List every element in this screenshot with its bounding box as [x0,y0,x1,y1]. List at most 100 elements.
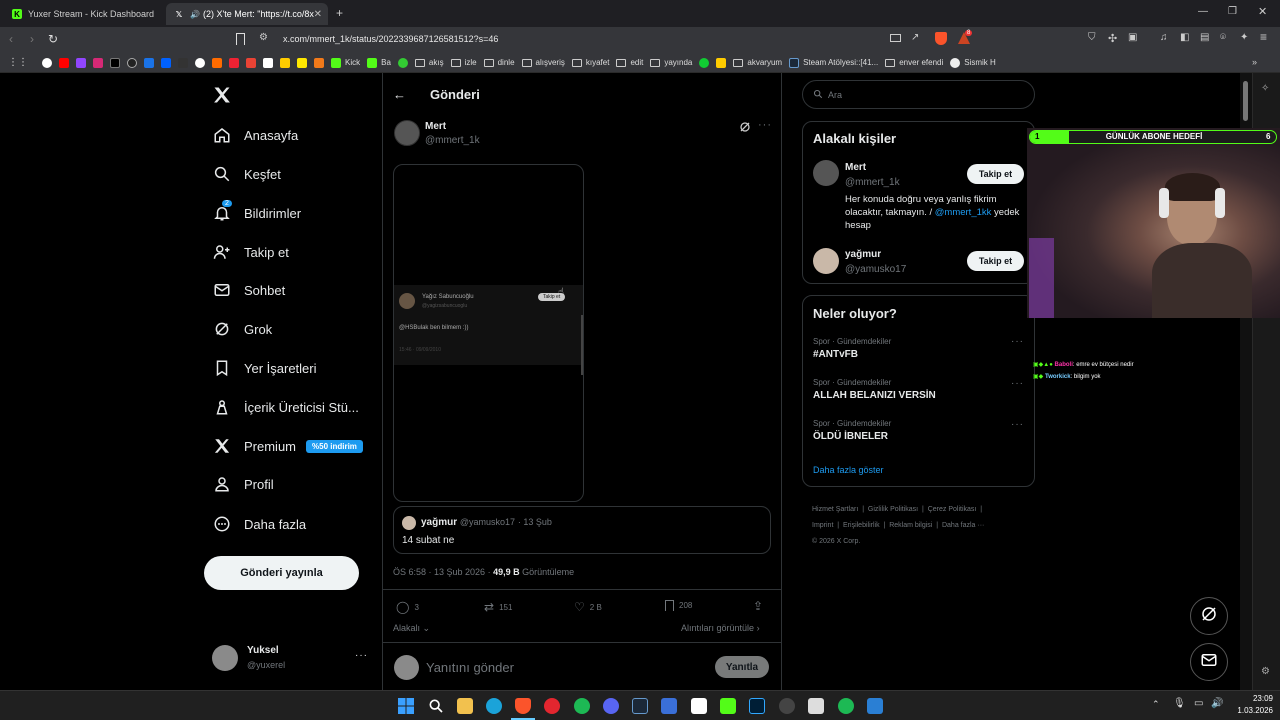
person-name[interactable]: yağmur [845,249,881,260]
footer-link[interactable]: Reklam bilgisi [889,522,932,529]
footer-link[interactable]: Imprint [812,522,833,529]
person-avatar[interactable] [813,160,839,186]
photoshop-icon[interactable] [749,698,765,714]
bookmark-folder-alisveris[interactable]: alışveriş [521,58,565,67]
forward-icon[interactable]: › [30,32,34,46]
post-timestamp[interactable]: ÖS 6:58 · 13 Şub 2026 · [393,567,491,577]
bookmark-sahibinden[interactable] [297,57,307,68]
bookmark-drive[interactable] [144,57,154,68]
clock-time[interactable]: 23:09 [1233,694,1273,703]
discord-icon[interactable] [603,698,619,714]
notepad-icon[interactable] [808,698,824,714]
author-name[interactable]: Mert [425,121,446,132]
steam-icon[interactable] [632,698,648,714]
reload-icon[interactable]: ↻ [48,32,58,46]
restore-icon[interactable]: ❐ [1228,6,1237,17]
bookmark-ba[interactable]: Ba [367,57,391,68]
bookmark-yellow[interactable] [280,57,290,68]
footer-link[interactable]: Çerez Politikası [928,506,977,513]
bookmark-trendyol[interactable] [314,57,324,68]
nav-creator-studio[interactable]: İçerik Üreticisi Stü... [212,395,359,419]
bookmark-folder-enver[interactable]: enver efendi [885,58,943,67]
trend-more-icon[interactable]: ··· [1011,378,1024,389]
bookmark-page-icon[interactable] [236,33,245,45]
bookmark-orange[interactable] [212,57,222,68]
view-quotes-link[interactable]: Alıntıları görüntüle › [681,623,760,633]
bookmark-folder-edit[interactable]: edit [616,58,643,67]
follow-button[interactable]: Takip et [967,251,1024,271]
bookmark-q[interactable] [699,57,710,68]
close-tab-icon[interactable]: ✕ [314,9,322,20]
tab-x-post[interactable]: 𝕏 🔊 (2) X'te Mert: "https://t.co/8x ✕ [166,3,328,25]
nav-more[interactable]: Daha fazla [212,512,306,536]
bookmark-folder-dinle[interactable]: dinle [483,58,515,67]
url-field[interactable]: x.com/mmert_1k/status/202233968712658151… [283,34,498,44]
media-icon[interactable]: ♫ [1160,32,1168,43]
bio-link[interactable]: @mmert_1kk [935,207,992,218]
trend-more-icon[interactable]: ··· [1011,336,1024,347]
bookmark-steam[interactable]: Steam Atölyesi::[41... [789,57,878,68]
close-window-icon[interactable]: ✕ [1258,5,1267,18]
clock-date[interactable]: 1.03.2026 [1225,706,1273,715]
bookmark-wiki[interactable] [178,57,188,68]
bookmark-twitch[interactable] [76,57,86,68]
apps-icon[interactable]: ⋮⋮ [8,57,28,68]
nav-notifications[interactable]: 2 Bildirimler [212,200,301,225]
sidebar-icon[interactable]: ◧ [1180,32,1189,43]
search-icon[interactable] [428,698,444,714]
brave-shield-icon[interactable] [935,32,947,45]
minimize-icon[interactable]: — [1198,6,1208,17]
bookmark-dropbox[interactable] [161,57,171,68]
person-name[interactable]: Mert [845,162,866,173]
bookmark-folder-yayinda[interactable]: yayında [650,58,692,67]
bookmarks-overflow-icon[interactable]: » [1252,57,1257,67]
cast-icon[interactable] [890,34,901,42]
nav-premium[interactable]: Premium %50 indirim [212,434,363,458]
account-more-icon[interactable]: ··· [355,650,368,661]
share-icon[interactable]: ↗ [911,32,919,43]
post-video[interactable]: Yağız Sabuncuoğlu @yagizsabuncuoglu Taki… [393,164,584,502]
bookmark-folder-akvaryum[interactable]: akvaryum [733,58,782,67]
wallet-icon[interactable]: ▤ [1200,32,1209,43]
bookmark-folder-akis[interactable]: akış [414,58,444,67]
scrollbar-thumb[interactable] [1243,81,1248,121]
account-switcher[interactable]: Yuksel @yuxerel ··· [205,640,375,680]
extensions-icon[interactable]: ✣ [1108,32,1117,45]
back-icon[interactable]: ‹ [9,32,13,46]
footer-link[interactable]: Gizlilik Politikası [868,506,918,513]
site-info-icon[interactable]: ⚙ [259,32,268,43]
edge-icon[interactable] [486,698,502,714]
trend-item[interactable]: Spor · Gündemdekiler #ANTvFB [813,337,891,360]
screenshot-icon[interactable]: ▣ [1128,32,1137,43]
microphone-icon[interactable]: 🎙 [1173,698,1186,709]
obs-icon[interactable] [779,698,795,714]
repost-action[interactable]: ⇄ 151 [484,600,512,614]
follow-button[interactable]: Takip et [967,164,1024,184]
reply-input[interactable]: Yanıtını gönder [426,660,514,675]
bookmark-github[interactable] [127,57,137,68]
bookmark-instagram[interactable] [93,57,103,68]
nav-home[interactable]: Anasayfa [212,123,298,147]
trend-more-icon[interactable]: ··· [1011,419,1024,430]
kick-studio-icon[interactable] [720,698,736,714]
nav-chat[interactable]: Sohbet [212,278,285,302]
footer-link[interactable]: Hizmet Şartları [812,506,858,513]
nav-profile[interactable]: Profil [212,472,274,496]
leo-ai-icon[interactable]: ✧ [1261,83,1269,94]
spotify-icon[interactable] [838,698,854,714]
reply-action[interactable]: ◯ 3 [396,600,419,614]
reply-button[interactable]: Yanıtla [715,656,769,678]
new-tab-icon[interactable]: + [336,6,343,20]
footer-link[interactable]: Erişilebilirlik [843,522,880,529]
trend-item[interactable]: Spor · Gündemdekiler ALLAH BELANIZI VERS… [813,378,936,401]
start-icon[interactable] [398,698,414,714]
bookmark-sismik[interactable]: Sismik H [950,57,996,68]
footer-link[interactable]: Daha fazla ··· [942,522,984,529]
app-icon[interactable] [867,698,883,714]
share-icon[interactable]: ⇪ [753,599,763,613]
nav-grok[interactable]: Grok [212,317,272,341]
volume-icon[interactable]: 🔊 [1211,698,1223,709]
calculator-icon[interactable] [661,698,677,714]
grok-float-button[interactable] [1190,597,1228,635]
file-explorer-icon[interactable] [457,698,473,714]
